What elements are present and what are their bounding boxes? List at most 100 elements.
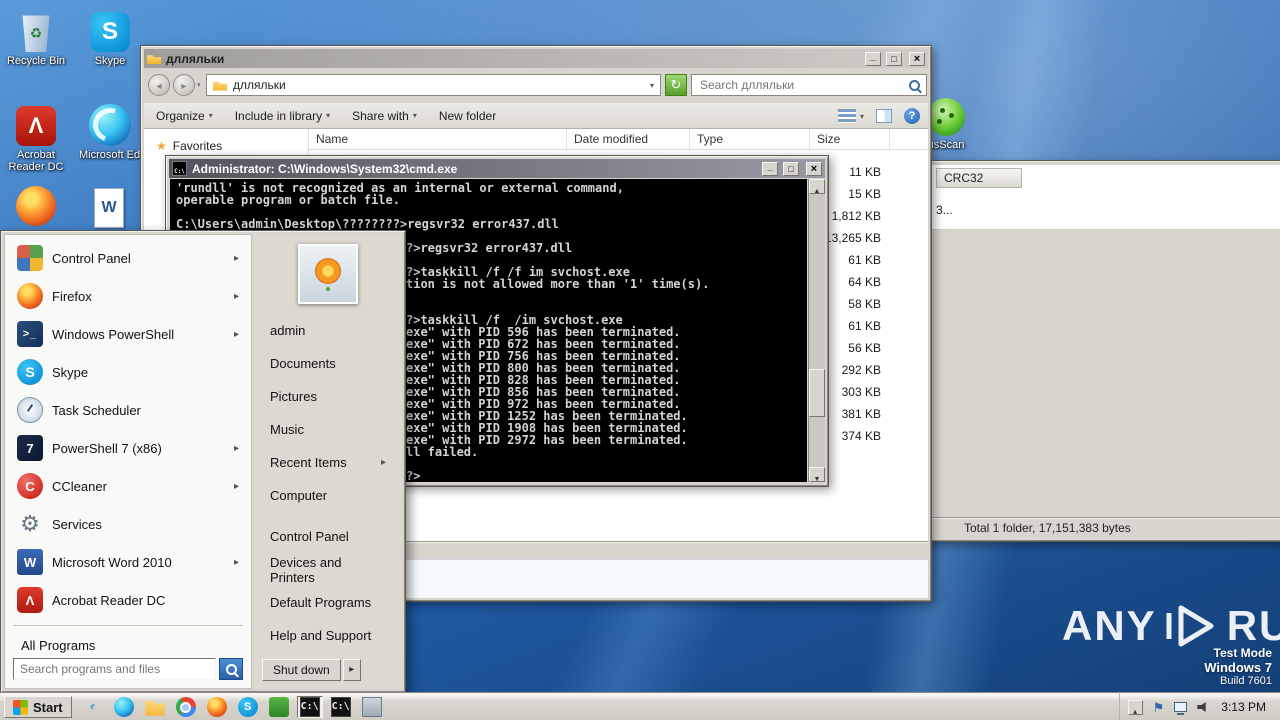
hidden-icons-chevron[interactable] — [1127, 699, 1143, 715]
jumplist-arrow-icon[interactable] — [234, 291, 239, 302]
taskbar-button[interactable] — [111, 696, 137, 718]
jumplist-arrow-icon[interactable] — [234, 329, 239, 340]
start-menu-item[interactable]: Windows PowerShell — [7, 315, 249, 353]
scroll-down-icon[interactable] — [809, 467, 825, 482]
start-menu-right-item[interactable]: admin — [254, 314, 402, 347]
start-menu-item[interactable]: Firefox — [7, 277, 249, 315]
action-center-flag-icon[interactable] — [1153, 701, 1165, 714]
column-header[interactable]: Name — [309, 129, 567, 149]
jumplist-arrow-icon[interactable] — [234, 481, 239, 492]
desktop-icon-acrobat-reader[interactable]: Λ Acrobat Reader DC — [0, 100, 72, 173]
column-header-label: Size — [817, 132, 841, 146]
taskbar-button[interactable] — [328, 696, 354, 718]
start-menu-item[interactable]: Skype — [7, 353, 249, 391]
shutdown-button[interactable]: Shut down — [262, 659, 341, 681]
start-menu-item-label: Firefox — [52, 288, 92, 304]
desktop-icon-skype[interactable]: S Skype — [74, 6, 146, 67]
desktop-icon-label: Microsoft Edge — [79, 149, 141, 161]
all-programs[interactable]: All Programs — [5, 633, 251, 659]
magnifier-icon — [225, 663, 237, 675]
close-button[interactable] — [806, 161, 822, 176]
explorer-titlebar[interactable]: длляльки — [144, 49, 928, 68]
column-header[interactable]: Size — [810, 129, 890, 149]
word-document-icon[interactable]: W — [94, 188, 124, 228]
start-menu-right-item[interactable]: Pictures — [254, 380, 402, 413]
taskbar-button[interactable] — [235, 696, 261, 718]
minimize-button[interactable] — [762, 161, 778, 176]
volume-icon[interactable] — [1197, 701, 1206, 713]
word-icon — [17, 549, 43, 575]
maximize-button[interactable] — [783, 161, 799, 176]
start-menu-right-item[interactable]: Documents — [254, 347, 402, 380]
scrollbar[interactable] — [808, 179, 825, 482]
search-box[interactable] — [691, 74, 927, 96]
desktop-icon-recycle-bin[interactable]: Recycle Bin — [0, 6, 72, 67]
refresh-button[interactable] — [665, 74, 687, 96]
history-dropdown-icon[interactable] — [197, 81, 201, 89]
start-menu-item-label: Services — [52, 516, 102, 532]
cmd-titlebar[interactable]: Administrator: C:\Windows\System32\cmd.e… — [169, 159, 825, 178]
taskbar-clock[interactable]: 3:13 PM — [1219, 700, 1268, 714]
close-button[interactable] — [909, 51, 925, 66]
taskbar-button[interactable] — [359, 696, 385, 718]
toolbar-button[interactable]: Include in library — [235, 109, 330, 123]
taskbar-button[interactable] — [266, 696, 292, 718]
build-number-label: Build 7601 — [1220, 675, 1272, 687]
start-menu-item[interactable]: CCleaner — [7, 467, 249, 505]
toolbar-button[interactable]: Organize — [156, 109, 213, 123]
desktop-icon-microsoft-edge[interactable]: Microsoft Edge — [74, 100, 146, 161]
maximize-button[interactable] — [886, 51, 902, 66]
start-menu-item[interactable]: Control Panel — [7, 239, 249, 277]
crc32-column-header[interactable]: CRC32 — [936, 168, 1022, 188]
forward-button[interactable] — [173, 74, 195, 96]
toolbar-button[interactable]: New folder — [439, 109, 504, 123]
start-menu-right-item[interactable]: Default Programs — [254, 586, 402, 619]
column-header[interactable]: Date modified — [567, 129, 690, 149]
column-header-label: Date modified — [574, 132, 649, 146]
start-menu-item[interactable]: Microsoft Word 2010 — [7, 543, 249, 581]
shutdown-options-arrow[interactable] — [342, 659, 361, 681]
favorites-item[interactable]: Favorites — [144, 129, 308, 153]
search-input[interactable] — [698, 77, 903, 93]
jumplist-arrow-icon[interactable] — [234, 253, 239, 264]
start-menu-right-item[interactable]: Recent Items — [254, 446, 402, 479]
help-icon[interactable] — [904, 108, 920, 124]
preview-pane-icon[interactable] — [876, 109, 892, 123]
firefox-icon — [17, 283, 43, 309]
start-menu-item[interactable]: PowerShell 7 (x86) — [7, 429, 249, 467]
start-menu-item[interactable]: Task Scheduler — [7, 391, 249, 429]
star-icon — [156, 139, 167, 153]
scroll-up-icon[interactable] — [809, 179, 825, 194]
search-go-button[interactable] — [219, 658, 243, 680]
taskbar-button[interactable] — [296, 696, 323, 718]
toolbar-button[interactable]: Share with — [352, 109, 417, 123]
back-button[interactable] — [148, 74, 170, 96]
start-menu-item[interactable]: Acrobat Reader DC — [7, 581, 249, 619]
start-search-input[interactable] — [13, 658, 216, 680]
taskbar-button[interactable] — [80, 696, 106, 718]
start-menu-right-item[interactable]: Control Panel — [254, 520, 402, 553]
shutdown-row: Shut down — [262, 659, 361, 681]
start-button[interactable]: Start — [4, 696, 72, 718]
taskbar-button[interactable] — [142, 696, 168, 718]
start-menu-right-item[interactable]: Music — [254, 413, 402, 446]
address-bar[interactable]: длляльки — [206, 74, 661, 96]
user-avatar[interactable] — [298, 244, 358, 304]
start-menu-right-item[interactable]: Help and Support — [254, 619, 402, 652]
views-button[interactable] — [837, 109, 864, 123]
start-menu-right-item[interactable]: Devices and Printers — [254, 553, 402, 586]
flame-swirl-icon[interactable] — [16, 186, 56, 226]
scrollbar-thumb[interactable] — [809, 369, 825, 417]
separator — [13, 625, 243, 627]
jumplist-arrow-icon[interactable] — [234, 443, 239, 454]
start-menu-right-item[interactable]: Computer — [254, 479, 402, 512]
start-menu-item-label: Windows PowerShell — [52, 326, 175, 342]
taskbar-button[interactable] — [204, 696, 230, 718]
start-menu-item[interactable]: Services — [7, 505, 249, 543]
chevron-down-icon[interactable] — [650, 81, 654, 90]
column-header[interactable]: Type — [690, 129, 810, 149]
minimize-button[interactable] — [865, 51, 881, 66]
jumplist-arrow-icon[interactable] — [234, 557, 239, 568]
network-icon[interactable] — [1174, 702, 1188, 715]
taskbar-button[interactable] — [173, 696, 199, 718]
